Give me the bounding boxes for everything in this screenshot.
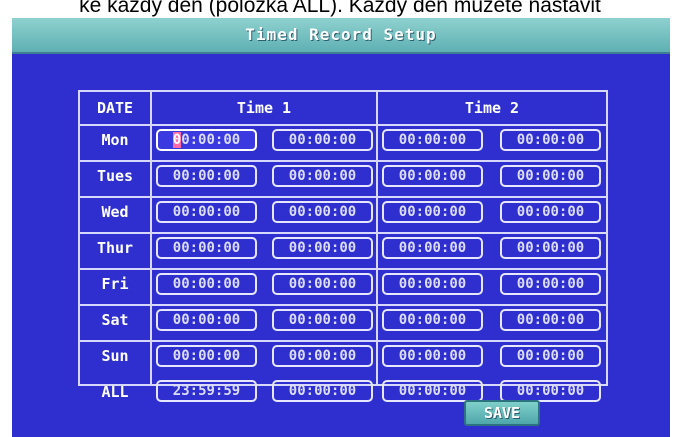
time2-end-field[interactable]: 00:00:00 [500, 237, 601, 259]
time2-start-field[interactable]: 00:00:00 [382, 309, 483, 331]
grid-divider [80, 304, 606, 306]
time2-end-field[interactable]: 00:00:00 [500, 201, 601, 223]
grid-divider [80, 268, 606, 270]
time1-start-field[interactable]: 23:59:59 [156, 380, 257, 402]
document-caption: ke každý den (položka ALL). Každý den mů… [79, 0, 601, 17]
day-label: Sat [101, 311, 129, 329]
time2-start-field[interactable]: 00:00:00 [382, 237, 483, 259]
day-label: Tues [96, 167, 134, 185]
day-label: Thur [96, 239, 134, 257]
time2-end-field[interactable]: 00:00:00 [500, 165, 601, 187]
time1-end-field[interactable]: 00:00:00 [272, 129, 373, 151]
time1-start-field[interactable]: 00:00:00 [156, 273, 257, 295]
day-label: Wed [101, 203, 129, 221]
day-label: Mon [101, 131, 129, 149]
column-header-date: DATE [96, 99, 134, 117]
time2-end-field[interactable]: 00:00:00 [500, 345, 601, 367]
time1-start-field[interactable]: 00:00:00 [156, 129, 257, 151]
time2-start-field[interactable]: 00:00:00 [382, 201, 483, 223]
column-header-time1: Time 1 [236, 99, 292, 117]
time1-end-field[interactable]: 00:00:00 [272, 237, 373, 259]
grid-divider [80, 232, 606, 234]
time1-start-field[interactable]: 00:00:00 [156, 309, 257, 331]
save-button[interactable]: SAVE [464, 400, 540, 426]
column-header-time2: Time 2 [464, 99, 520, 117]
day-label: Sun [101, 347, 129, 365]
time2-end-field[interactable]: 00:00:00 [500, 380, 601, 402]
grid-divider [80, 160, 606, 162]
window-title: Timed Record Setup [12, 18, 670, 54]
time1-start-field[interactable]: 00:00:00 [156, 237, 257, 259]
time2-end-field[interactable]: 00:00:00 [500, 273, 601, 295]
time1-end-field[interactable]: 00:00:00 [272, 345, 373, 367]
time-value: 0:00:00 [181, 132, 241, 148]
day-label: ALL [101, 383, 129, 401]
time1-end-field[interactable]: 00:00:00 [272, 273, 373, 295]
dvr-screen: Timed Record Setup DATE Time 1 Time 2 Mo… [12, 18, 670, 437]
grid-divider [80, 124, 606, 126]
time1-end-field[interactable]: 00:00:00 [272, 380, 373, 402]
time1-end-field[interactable]: 00:00:00 [272, 309, 373, 331]
page: ke každý den (položka ALL). Každý den mů… [0, 0, 680, 437]
text-cursor: 0 [172, 132, 182, 148]
day-label: Fri [101, 275, 129, 293]
time1-end-field[interactable]: 00:00:00 [272, 201, 373, 223]
time1-start-field[interactable]: 00:00:00 [156, 165, 257, 187]
time2-start-field[interactable]: 00:00:00 [382, 380, 483, 402]
time2-end-field[interactable]: 00:00:00 [500, 309, 601, 331]
time1-end-field[interactable]: 00:00:00 [272, 165, 373, 187]
grid-divider [80, 340, 606, 342]
time1-start-field[interactable]: 00:00:00 [156, 201, 257, 223]
grid-divider [80, 196, 606, 198]
time2-start-field[interactable]: 00:00:00 [382, 129, 483, 151]
time2-start-field[interactable]: 00:00:00 [382, 345, 483, 367]
time2-start-field[interactable]: 00:00:00 [382, 165, 483, 187]
time2-start-field[interactable]: 00:00:00 [382, 273, 483, 295]
time2-end-field[interactable]: 00:00:00 [500, 129, 601, 151]
time1-start-field[interactable]: 00:00:00 [156, 345, 257, 367]
